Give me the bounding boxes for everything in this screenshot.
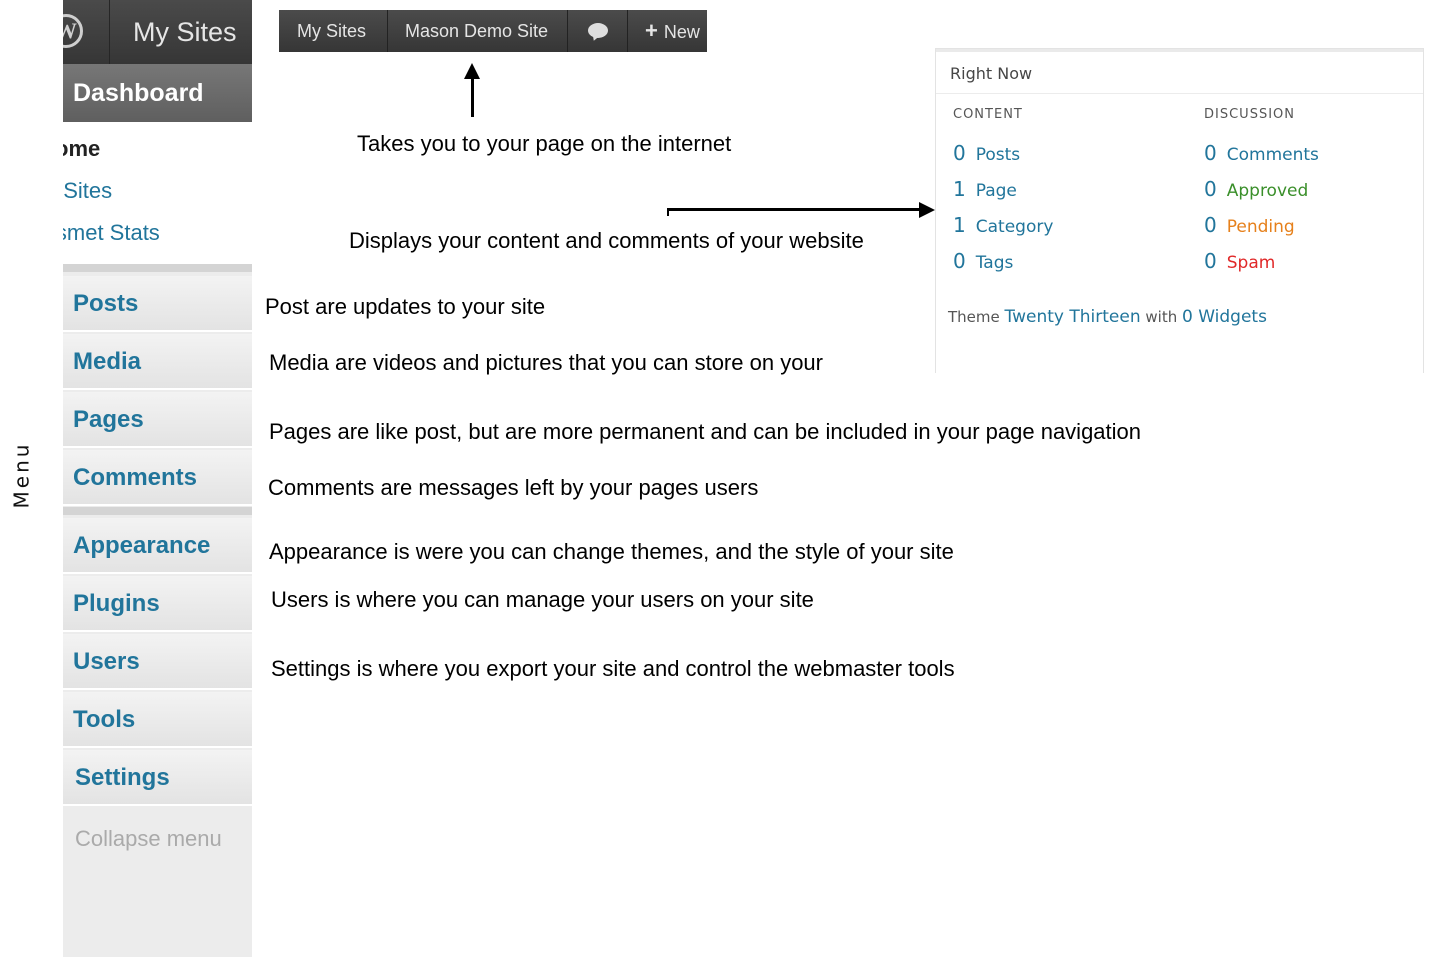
admin-sidebar: W My Sites Dashboard ome / Sites ismet S… [63, 0, 252, 957]
annotation-pages: Pages are like post, but are more perman… [269, 419, 1142, 444]
label: Spam [1226, 253, 1276, 273]
annotation-media: Media are videos and pictures that you c… [269, 350, 823, 375]
wordpress-logo-icon[interactable]: W [63, 14, 83, 48]
annotation-posts: Post are updates to your site [265, 294, 546, 319]
annotation-comments: Comments are messages left by your pages… [268, 475, 759, 500]
sidebar-top-bar: W My Sites [63, 0, 252, 64]
sidebar-item-tools[interactable]: Tools [63, 692, 252, 748]
sidebar-item-plugins[interactable]: Plugins [63, 576, 252, 632]
sidebar-separator [63, 507, 252, 515]
sidebar-item-pages[interactable]: Pages [63, 392, 252, 448]
widget-title: Right Now [936, 49, 1423, 94]
label: Category [975, 217, 1054, 237]
top-bar-divider [109, 0, 110, 64]
annotation-site-link: Takes you to your page on the internet [357, 131, 732, 156]
count: 1 [953, 213, 966, 237]
label: Approved [1226, 181, 1309, 201]
theme-prefix: Theme [948, 308, 1000, 326]
annotation-appearance: Appearance is were you can change themes… [269, 539, 954, 564]
adminbar-my-sites[interactable]: My Sites [297, 10, 366, 52]
count: 0 [1204, 177, 1217, 201]
arrow-up-icon [464, 63, 480, 79]
annotation-users: Users is where you can manage your users… [271, 587, 814, 612]
submenu-my-sites[interactable]: / Sites [63, 178, 112, 204]
comment-bubble-icon[interactable] [588, 23, 608, 38]
discussion-row-spam[interactable]: 0 Spam [1204, 249, 1275, 273]
discussion-row-comments[interactable]: 0 Comments [1204, 141, 1319, 165]
sidebar-item-comments[interactable]: Comments [63, 450, 252, 506]
count: 0 [1204, 249, 1217, 273]
label: Comments [1226, 145, 1319, 165]
sidebar-item-posts[interactable]: Posts [63, 276, 252, 332]
count: 0 [953, 249, 966, 273]
discussion-header: DISCUSSION [1204, 107, 1295, 122]
submenu-home[interactable]: ome [63, 136, 100, 162]
menu-label-text: Menu [9, 441, 34, 509]
label: Tags [975, 253, 1014, 273]
theme-link[interactable]: Twenty Thirteen [1005, 307, 1141, 327]
label: Pending [1226, 217, 1295, 237]
count: 0 [1204, 213, 1217, 237]
submenu-akismet-stats[interactable]: ismet Stats [63, 220, 160, 246]
sidebar-item-dashboard[interactable]: Dashboard [63, 64, 252, 122]
content-row-posts[interactable]: 0 Posts [953, 141, 1020, 165]
content-row-tags[interactable]: 0 Tags [953, 249, 1013, 273]
menu-vertical-label: Menu [6, 415, 36, 535]
label: Page [975, 181, 1017, 201]
count: 0 [953, 141, 966, 165]
adminbar-new-label: New [663, 22, 700, 42]
arrow-right-line [667, 208, 920, 211]
content-row-pages[interactable]: 1 Page [953, 177, 1017, 201]
theme-with: with [1145, 308, 1178, 326]
discussion-row-approved[interactable]: 0 Approved [1204, 177, 1308, 201]
content-row-categories[interactable]: 1 Category [953, 213, 1053, 237]
sidebar-my-sites-link[interactable]: My Sites [133, 0, 237, 64]
adminbar-new-button[interactable]: + New [645, 10, 700, 52]
arrow-up-line [471, 78, 474, 117]
widgets-link[interactable]: 0 Widgets [1182, 307, 1267, 327]
sidebar-item-users[interactable]: Users [63, 634, 252, 690]
adminbar-site-name[interactable]: Mason Demo Site [405, 10, 548, 52]
annotation-right-now: Displays your content and comments of yo… [349, 228, 864, 253]
plus-icon: + [645, 18, 658, 43]
collapse-menu-button[interactable]: Collapse menu [75, 826, 222, 852]
label: Posts [975, 145, 1021, 165]
sidebar-item-settings[interactable]: Settings [63, 750, 252, 806]
count: 0 [1204, 141, 1217, 165]
annotation-settings: Settings is where you export your site a… [271, 656, 955, 681]
discussion-row-pending[interactable]: 0 Pending [1204, 213, 1295, 237]
adminbar-divider [387, 10, 388, 52]
arrow-right-icon [919, 202, 935, 218]
admin-bar: My Sites Mason Demo Site + New [279, 10, 707, 52]
sidebar-item-appearance[interactable]: Appearance [63, 518, 252, 574]
right-now-widget: Right Now CONTENT DISCUSSION 0 Posts 1 Pag… [935, 48, 1424, 373]
count: 1 [953, 177, 966, 201]
adminbar-divider [567, 10, 568, 52]
content-header: CONTENT [953, 107, 1023, 122]
theme-info: Theme Twenty Thirteen with 0 Widgets [948, 307, 1267, 327]
sidebar-item-media[interactable]: Media [63, 334, 252, 390]
adminbar-divider [627, 10, 628, 52]
sidebar-separator [63, 264, 252, 272]
